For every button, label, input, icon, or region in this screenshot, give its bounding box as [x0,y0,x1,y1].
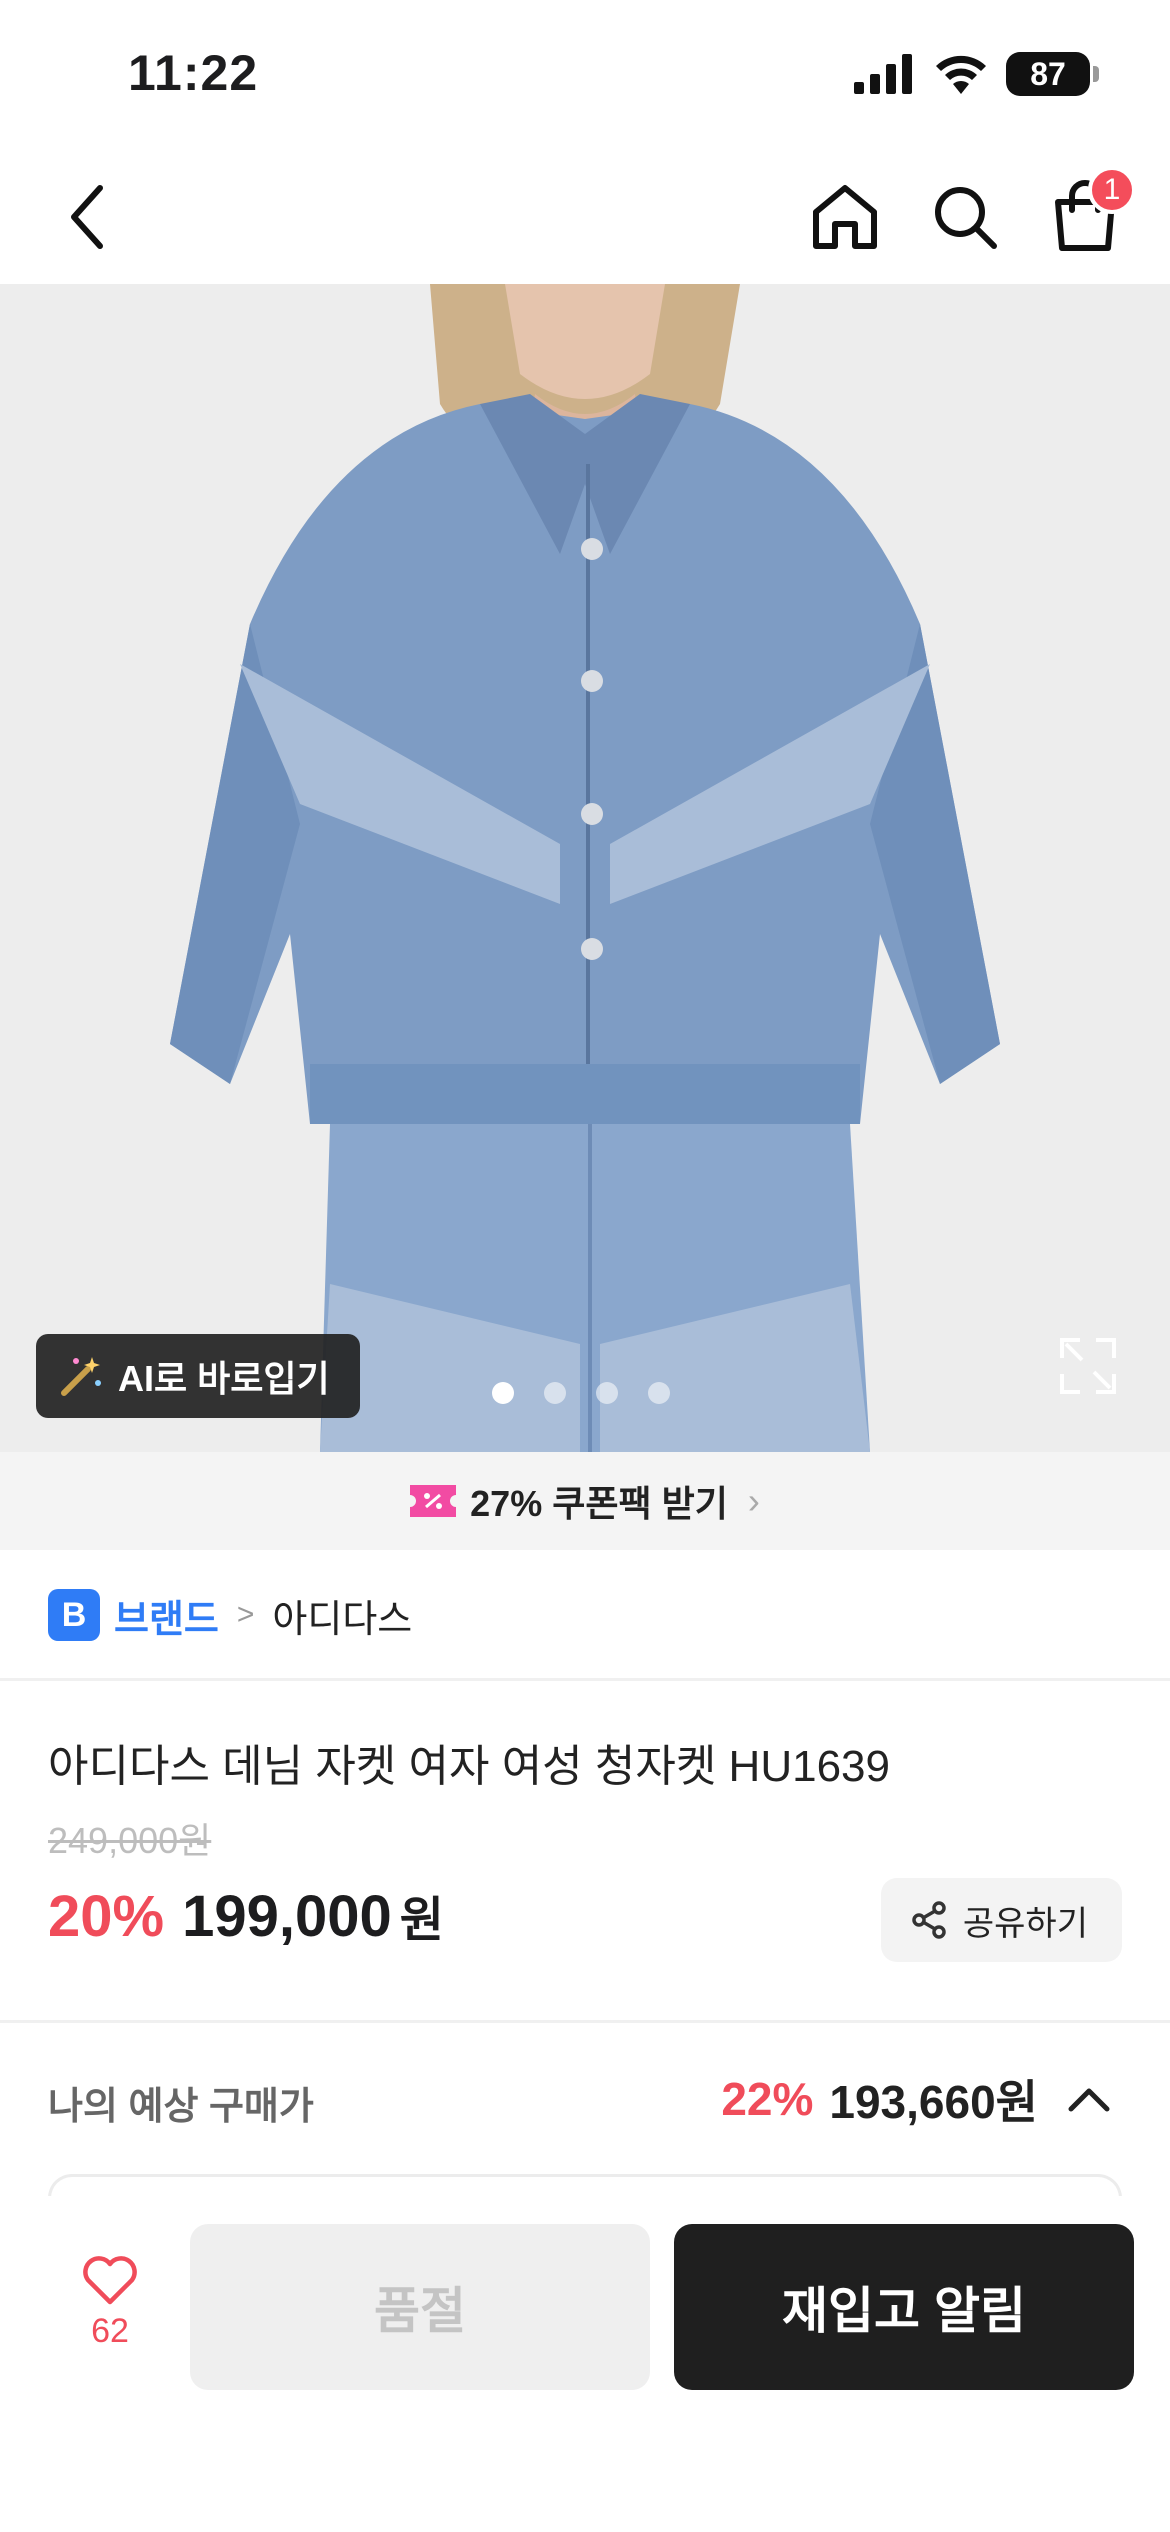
expand-icon[interactable] [1058,1336,1118,1396]
coupon-pack-banner[interactable]: 27% 쿠폰팩 받기 › [0,1452,1170,1550]
expected-discount-rate: 22% [721,2073,814,2125]
breadcrumb-separator: > [236,1598,255,1631]
search-button[interactable] [920,172,1010,262]
wifi-icon [936,55,986,94]
battery-level: 87 [1030,55,1066,92]
home-icon [813,185,877,249]
chevron-up-icon [1064,2074,1114,2124]
expected-price-label: 나의 예상 구매가 [48,2086,314,2128]
cart-button[interactable]: 1 [1040,166,1136,262]
chevron-right-icon: › [747,1480,760,1521]
product-image-carousel[interactable]: AI로 바로입기 [0,284,1170,1452]
top-nav-bar: 1 [0,150,1170,284]
bottom-action-bar: 62 품절 재입고 알림 [0,2196,1170,2532]
carousel-dot-2[interactable] [544,1382,566,1404]
carousel-dot-4[interactable] [648,1382,670,1404]
discount-rate: 20% [48,1884,165,1949]
original-price: 249,000원 [48,1820,212,1861]
carousel-dot-3[interactable] [596,1382,618,1404]
home-button[interactable] [800,172,890,262]
currency-unit: 원 [399,1894,444,1947]
coupon-ticket-icon [410,1485,457,1517]
carousel-indicator [492,1382,670,1404]
carousel-dot-1[interactable] [492,1382,514,1404]
back-button[interactable] [44,172,134,262]
nav-actions: 1 [800,166,1136,262]
brand-breadcrumb[interactable]: B 브랜드 > 아디다스 [48,1585,412,1645]
wishlist-count: 62 [91,2312,129,2350]
divider [0,1678,1170,1681]
price-row: 20% 199,000 원 [48,1880,444,1950]
search-icon [935,187,997,249]
share-button[interactable]: 공유하기 [880,1878,1122,1962]
back-chevron-icon [71,185,103,249]
cellular-signal-icon [854,54,912,94]
share-label: 공유하기 [962,1904,1088,1943]
status-icons: 87 [854,52,1099,96]
sold-out-button[interactable]: 품절 [190,2224,650,2390]
status-bar: 11:22 87 [0,0,1170,150]
product-photo [0,284,1170,1452]
divider [0,2020,1170,2023]
heart-icon [83,2256,137,2305]
coupon-label: 27% 쿠폰팩 받기 [470,1483,728,1524]
brand-name-link[interactable]: 아디다스 [272,1588,412,1643]
expected-price-value: 193,660원 [829,2076,1038,2128]
product-title: 아디다스 데님 자켓 여자 여성 청자켓 HU1639 [48,1742,890,1791]
expected-price-toggle[interactable]: 22% 193,660원 [721,2066,1114,2132]
sale-price: 199,000 [182,1884,392,1949]
magic-wand-icon [61,1357,101,1396]
restock-alert-button[interactable]: 재입고 알림 [674,2224,1134,2390]
wishlist-button[interactable]: 62 [60,2256,160,2351]
ai-try-on-button[interactable]: AI로 바로입기 [36,1334,360,1418]
ai-try-on-label: AI로 바로입기 [118,1358,330,1399]
brand-label[interactable]: 브랜드 [114,1588,219,1643]
cart-count-badge: 1 [1088,166,1136,214]
share-icon [912,1901,946,1939]
status-time: 11:22 [128,45,259,101]
battery-icon: 87 [1006,52,1099,96]
brand-badge-icon: B [48,1589,100,1641]
